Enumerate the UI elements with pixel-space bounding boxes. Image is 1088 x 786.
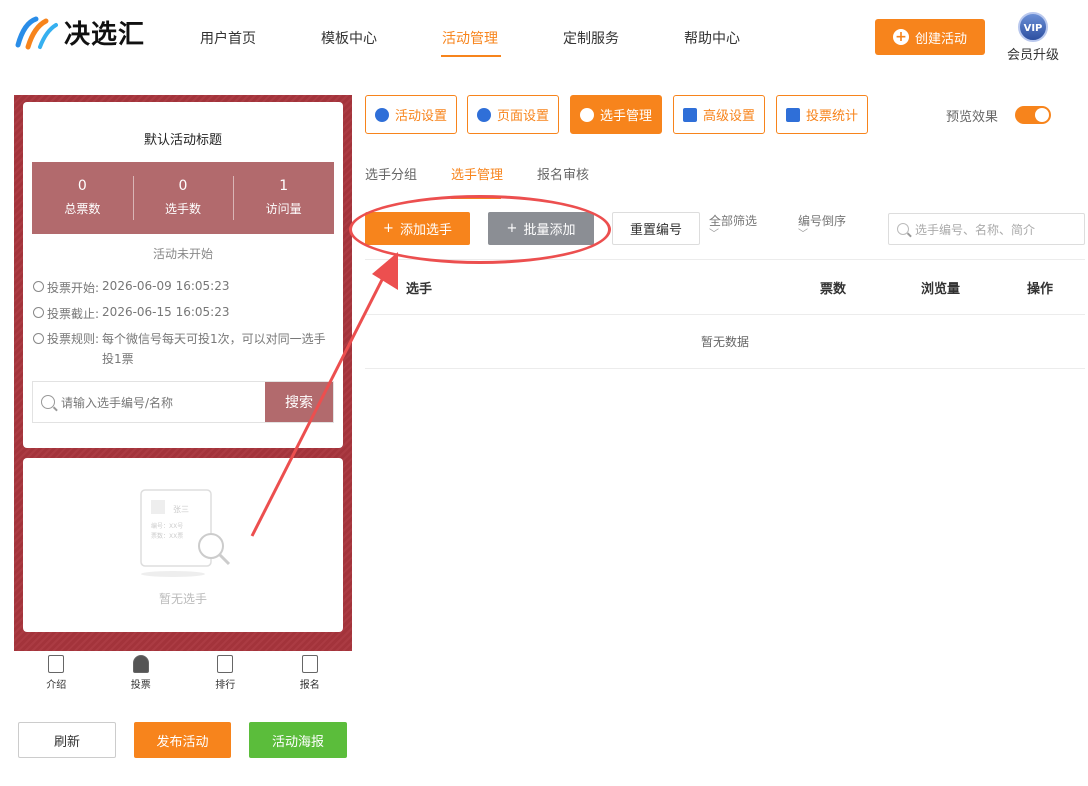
tool-contestant-management[interactable]: 选手管理 (570, 95, 662, 134)
preview-effect-label: 预览效果 (946, 110, 999, 125)
svg-text:票数：XX票: 票数：XX票 (151, 532, 183, 540)
tab-intro[interactable]: 介绍 (14, 651, 99, 697)
nav-home[interactable]: 用户首页 (200, 28, 321, 48)
info-icon (33, 333, 44, 344)
publish-activity-button[interactable]: 发布活动 (134, 722, 231, 758)
nav-custom-service[interactable]: 定制服务 (563, 28, 684, 48)
no-contestant-text: 暂无选手 (158, 592, 207, 606)
svg-text:编号：XX号: 编号：XX号 (151, 522, 183, 530)
empty-contestant-illustration: 张三 编号：XX号 票数：XX票 (140, 489, 231, 577)
reset-numbers-button[interactable]: 重置编号 (612, 212, 700, 245)
search-icon (897, 223, 909, 235)
vote-end-row: 投票截止: 2026-06-15 16:05:23 (33, 305, 230, 322)
document-icon (48, 655, 65, 673)
tool-page-settings[interactable]: 页面设置 (467, 95, 559, 134)
tool-vote-statistics[interactable]: 投票统计 (776, 95, 868, 134)
main-nav: 用户首页 模板中心 活动管理 定制服务 帮助中心 (200, 28, 805, 48)
vip-upgrade[interactable]: VIP 会员升级 (1005, 12, 1061, 63)
bar-chart-icon (785, 107, 800, 122)
contestant-search-input[interactable]: 请输入选手编号/名称 (33, 382, 265, 422)
logo-icon (15, 16, 58, 49)
column-views: 浏览量 (921, 282, 961, 297)
preview-effect-toggle[interactable] (1015, 106, 1051, 124)
nav-active-indicator (441, 55, 501, 57)
gear-icon (476, 107, 491, 122)
star-icon (374, 107, 389, 122)
users-icon (579, 107, 594, 122)
column-actions: 操作 (1027, 282, 1054, 297)
stats-panel: 0 总票数 0 选手数 1 访问量 (32, 162, 334, 234)
clock-icon (33, 281, 44, 292)
brand-logo[interactable]: 决选汇 (14, 14, 145, 51)
bar-chart-icon (217, 655, 234, 673)
nav-help[interactable]: 帮助中心 (684, 28, 805, 48)
brand-name: 决选汇 (64, 20, 146, 50)
contestant-filter-search-input[interactable]: 选手编号、名称、简介 (888, 213, 1085, 245)
filter-all-dropdown[interactable]: 全部筛选 ﹀ (709, 214, 757, 242)
column-votes: 票数 (820, 282, 847, 297)
phone-tabbar: 介绍 投票 排行 报名 (14, 651, 352, 697)
tab-signup[interactable]: 报名 (268, 651, 353, 697)
create-activity-button[interactable]: + 创建活动 (875, 19, 985, 55)
plus-circle-icon: + (892, 29, 909, 45)
activity-title: 默认活动标题 (143, 133, 222, 148)
nav-activity-management[interactable]: 活动管理 (442, 28, 563, 48)
tab-ranking[interactable]: 排行 (183, 651, 268, 697)
subtab-contestant-groups[interactable]: 选手分组 (365, 164, 417, 183)
nav-templates[interactable]: 模板中心 (321, 28, 442, 48)
user-icon (132, 655, 149, 673)
vote-start-row: 投票开始: 2026-06-09 16:05:23 (33, 279, 230, 296)
settings-sliders-icon (682, 107, 697, 122)
stat-total-votes: 0 总票数 (64, 178, 101, 216)
table-header-divider (365, 314, 1085, 315)
stat-contestants: 0 选手数 (132, 162, 234, 234)
refresh-button[interactable]: 刷新 (18, 722, 116, 758)
table-empty-text: 暂无数据 (700, 335, 749, 349)
stat-visits: 1 访问量 (233, 162, 334, 234)
table-bottom-divider (365, 368, 1085, 369)
subtab-contestant-management[interactable]: 选手管理 (451, 164, 503, 183)
tool-advanced-settings[interactable]: 高级设置 (673, 95, 765, 134)
tab-vote[interactable]: 投票 (99, 651, 184, 697)
activity-poster-button[interactable]: 活动海报 (249, 722, 347, 758)
vip-label: 会员升级 (1006, 48, 1059, 63)
clock-icon (33, 307, 44, 318)
subtab-signup-review[interactable]: 报名审核 (537, 164, 589, 183)
tool-activity-settings[interactable]: 活动设置 (365, 95, 457, 134)
vip-icon: VIP (1018, 12, 1048, 42)
sort-dropdown[interactable]: 编号倒序 ﹀ (798, 214, 846, 242)
id-card-icon (301, 655, 318, 673)
svg-text:张三: 张三 (173, 505, 189, 514)
annotation-arrow (250, 252, 398, 537)
create-activity-label: 创建活动 (914, 31, 967, 47)
chevron-down-icon: ﹀ (709, 229, 719, 240)
chevron-down-icon: ﹀ (798, 229, 808, 240)
search-icon (41, 395, 55, 409)
